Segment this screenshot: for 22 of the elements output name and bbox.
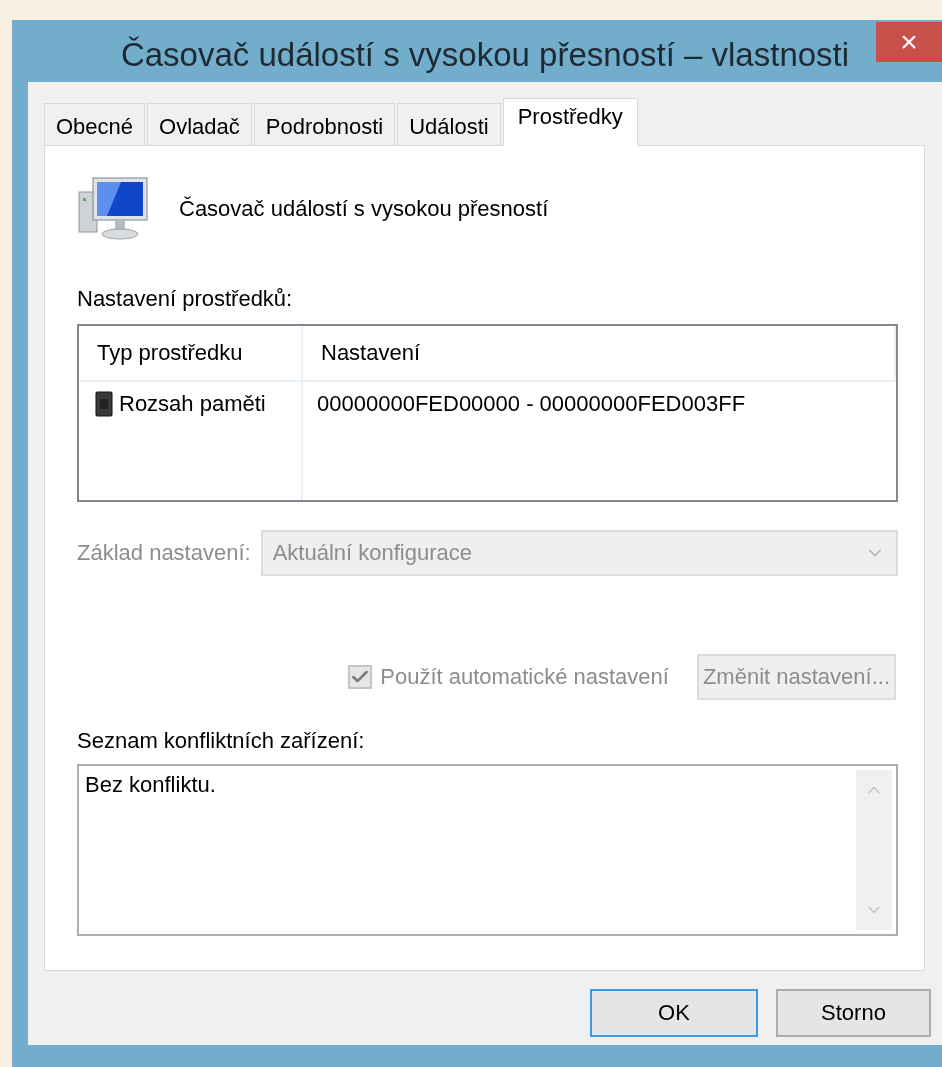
- memory-chip-icon: [95, 391, 113, 417]
- settings-based-on-label: Základ nastavení:: [77, 540, 251, 566]
- column-header[interactable]: Typ prostředku: [79, 326, 303, 382]
- checkbox-label: Použít automatické nastavení: [380, 664, 669, 690]
- dialog-button[interactable]: Storno: [776, 989, 931, 1037]
- resource-settings-label: Nastavení prostředků:: [77, 286, 294, 312]
- resource-type: Rozsah paměti: [119, 391, 266, 417]
- conflicts-label: Seznam konfliktních zařízení:: [77, 728, 365, 754]
- tab[interactable]: Podrobnosti: [253, 103, 396, 146]
- window-title: Časovač událostí s vysokou přesností – vlastnosti: [120, 35, 850, 74]
- device-name: Časovač událostí s vysokou přesností: [179, 196, 549, 222]
- column-header[interactable]: Nastavení: [303, 326, 896, 382]
- table-cell-text: 00000000FED00000 - 00000000FED003FF: [316, 390, 747, 418]
- scrollbar[interactable]: [856, 770, 892, 930]
- conflicts-text-area[interactable]: Bez konfliktu.: [77, 764, 898, 936]
- tab[interactable]: Prostředky: [502, 98, 638, 146]
- tab[interactable]: Události: [397, 103, 501, 146]
- dialog-button[interactable]: OK: [590, 989, 758, 1037]
- tab[interactable]: Ovladač: [147, 103, 252, 146]
- close-button[interactable]: ×: [876, 22, 942, 62]
- computer-icon: [77, 176, 151, 242]
- tab[interactable]: Obecné: [44, 103, 146, 146]
